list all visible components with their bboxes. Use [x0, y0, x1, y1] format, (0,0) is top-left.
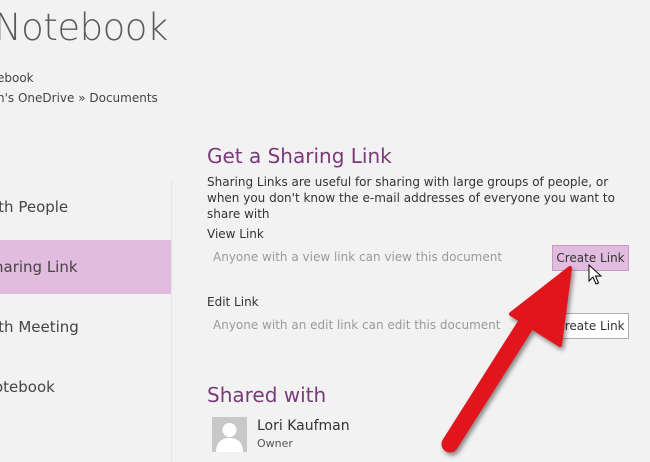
- section-description: Sharing Links are useful for sharing wit…: [207, 175, 615, 221]
- section-title: Get a Sharing Link: [207, 144, 392, 168]
- notebook-location: n's OneDrive » Documents: [0, 91, 158, 105]
- nav-item-label: ith Meeting: [0, 318, 79, 336]
- user-silhouette-icon: [212, 417, 247, 452]
- edit-link-label: Edit Link: [207, 295, 259, 309]
- nav-divider: [171, 180, 172, 462]
- nav-item-invite-people[interactable]: ith People: [0, 180, 171, 234]
- notebook-name: ebook: [0, 71, 34, 85]
- shared-user-role: Owner: [257, 437, 293, 450]
- mouse-cursor-icon: [588, 264, 602, 285]
- nav-item-sharing-link[interactable]: haring Link: [0, 240, 171, 294]
- nav-item-label: haring Link: [0, 258, 78, 276]
- shared-with-title: Shared with: [207, 383, 327, 407]
- red-arrow-icon: [441, 266, 572, 453]
- nav-item-label: otebook: [0, 378, 55, 396]
- view-link-label: View Link: [207, 227, 264, 241]
- shared-user-name: Lori Kaufman: [257, 418, 350, 434]
- nav-item-move-notebook[interactable]: otebook: [0, 360, 171, 414]
- nav-item-share-meeting[interactable]: ith Meeting: [0, 300, 171, 354]
- nav-item-label: ith People: [0, 198, 69, 216]
- page-title: Notebook: [0, 6, 168, 49]
- avatar: [212, 417, 247, 452]
